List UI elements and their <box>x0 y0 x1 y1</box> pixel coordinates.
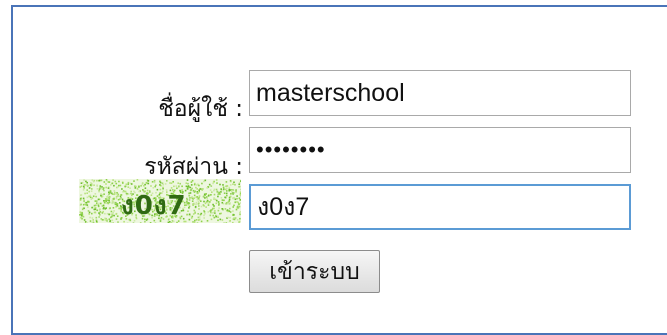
captcha-image: ง0ง7 <box>79 179 241 223</box>
username-field[interactable] <box>249 70 631 116</box>
password-field[interactable] <box>249 127 631 173</box>
login-panel: ชื่อผู้ใช้ : รหัสผ่าน : ง0ง7 เข้าระบบ <box>11 5 667 335</box>
captcha-text: ง0ง7 <box>121 185 187 223</box>
username-label: ชื่อผู้ใช้ : <box>158 91 243 127</box>
login-button[interactable]: เข้าระบบ <box>249 250 380 293</box>
captcha-field[interactable] <box>249 184 631 230</box>
